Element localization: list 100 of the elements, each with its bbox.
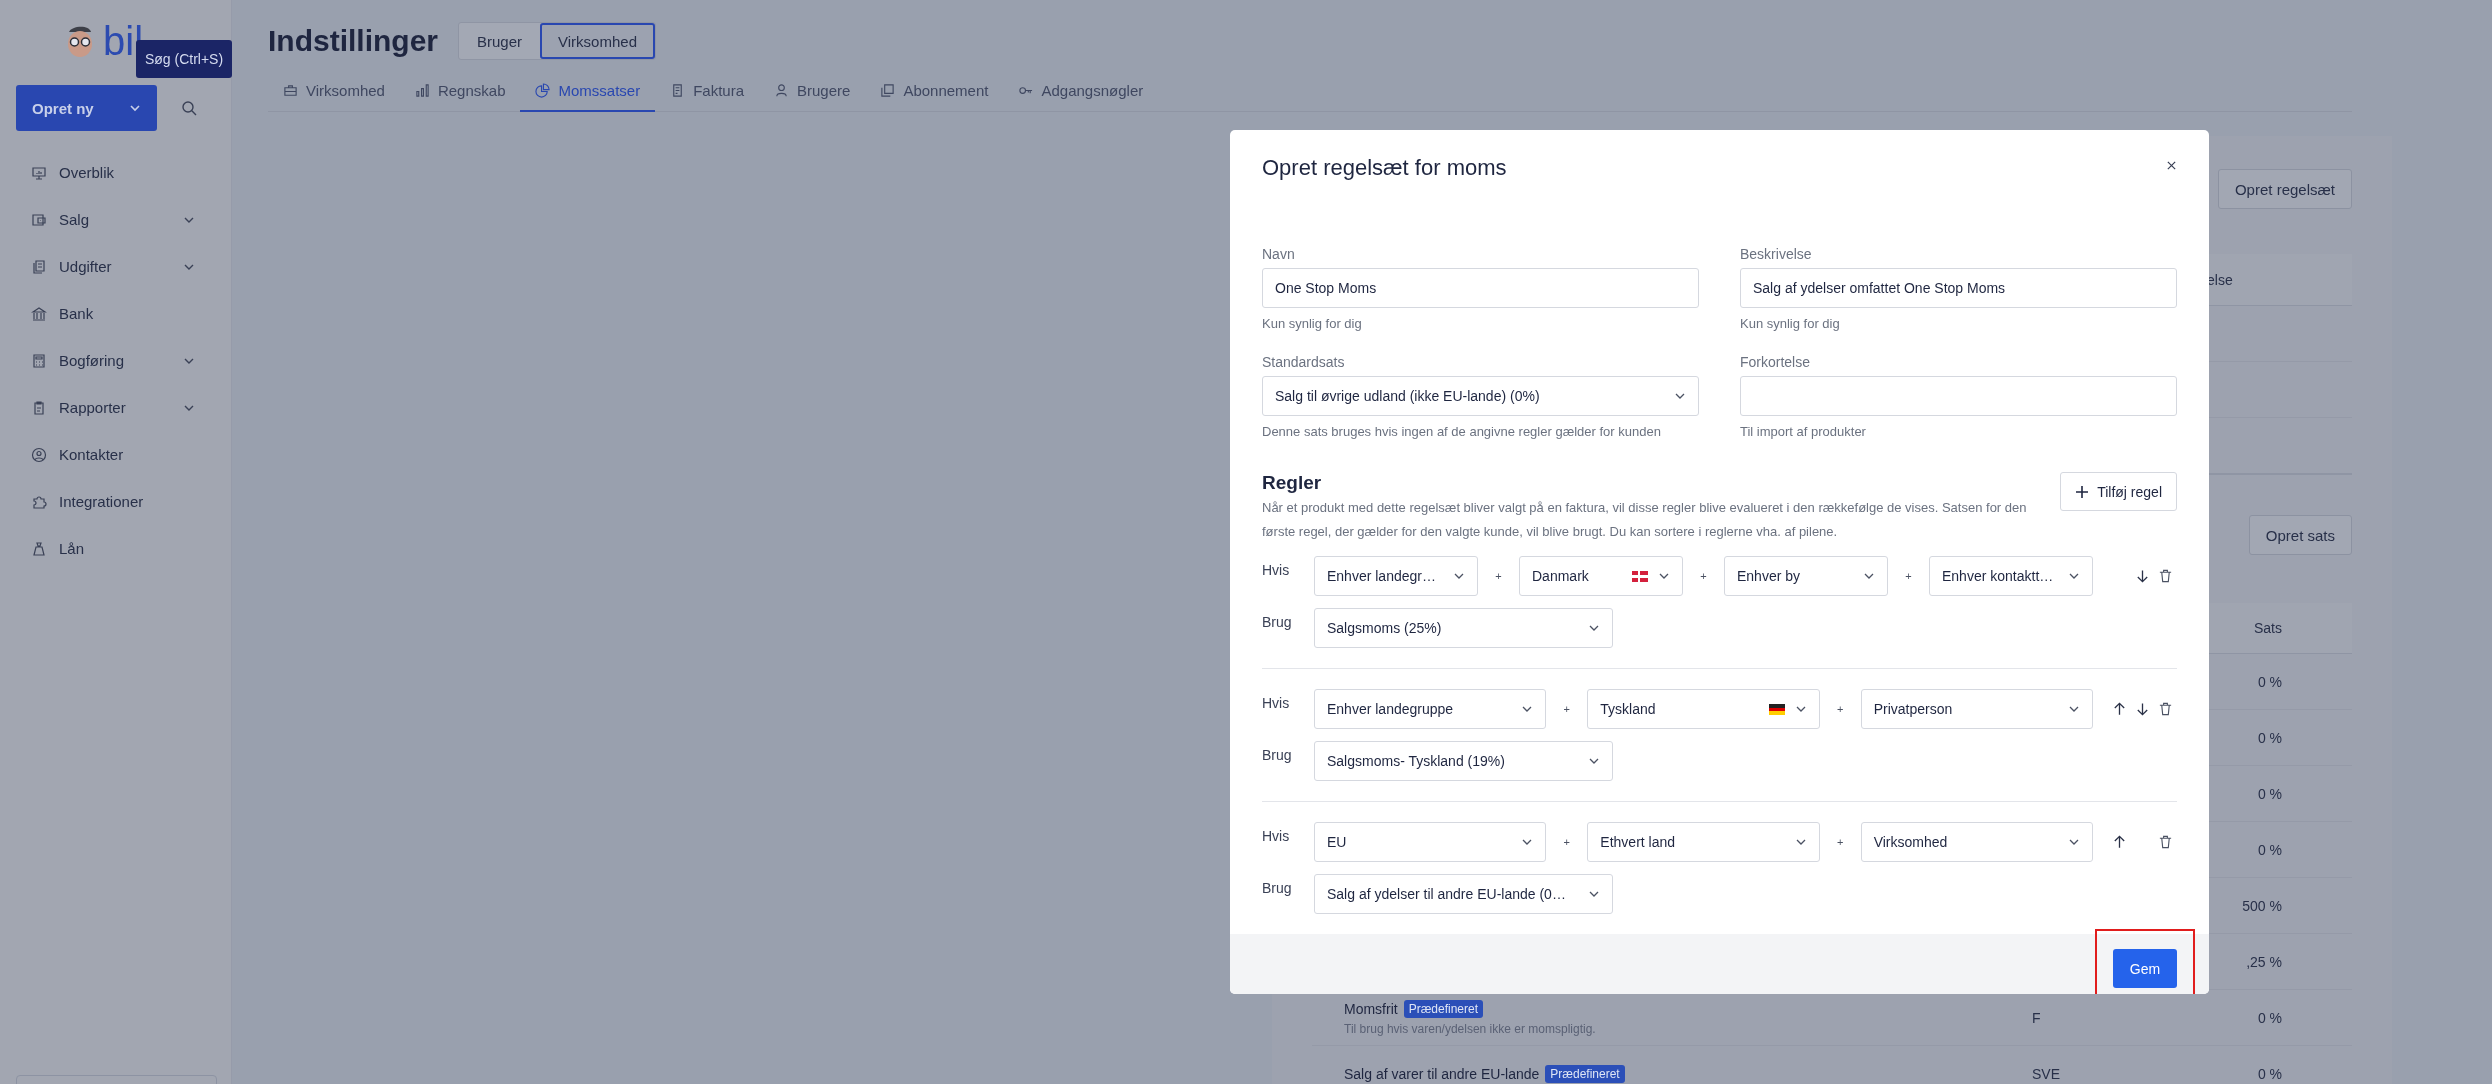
select-field[interactable]: Enhver landegruppe bbox=[1314, 689, 1547, 729]
field-label: Forkortelse bbox=[1740, 353, 1812, 372]
trash-icon[interactable] bbox=[2158, 834, 2173, 850]
nav-item[interactable]: Kontakter bbox=[0, 431, 231, 478]
row-label: Brug bbox=[1262, 879, 1293, 896]
row-label: Hvis bbox=[1262, 694, 1291, 711]
table-cell: 0 % bbox=[2257, 841, 2282, 858]
arrow-up-icon[interactable] bbox=[2112, 834, 2127, 850]
briefcase-icon bbox=[283, 83, 298, 98]
table-cell: 0 % bbox=[2257, 673, 2282, 690]
settings-tab[interactable]: Virksomhed bbox=[268, 82, 400, 112]
plus-sign: + bbox=[1562, 836, 1572, 848]
row-label: Hvis bbox=[1262, 827, 1291, 844]
search-icon[interactable] bbox=[181, 100, 197, 116]
nav-item[interactable]: Bogføring bbox=[0, 337, 231, 384]
document-icon bbox=[31, 258, 47, 275]
create-new-button[interactable]: Opret ny bbox=[16, 85, 157, 131]
table-cell: ,25 % bbox=[2246, 953, 2282, 970]
monitor-icon bbox=[31, 164, 47, 181]
nav-label: Kontakter bbox=[59, 446, 125, 463]
row-label: Brug bbox=[1262, 613, 1293, 630]
plus-icon bbox=[2075, 484, 2090, 499]
settings-tab[interactable]: Regnskab bbox=[399, 82, 521, 112]
select-field[interactable]: Enhver kontaktt… bbox=[1929, 556, 2093, 596]
nav-label: Lån bbox=[59, 540, 86, 557]
nav-item[interactable]: Integrationer bbox=[0, 478, 231, 525]
money-bag-icon bbox=[31, 540, 47, 557]
nav-item[interactable]: Salg bbox=[0, 196, 231, 243]
select-field[interactable]: Enhver landegr… bbox=[1314, 556, 1478, 596]
plus-sign: + bbox=[1904, 570, 1913, 582]
plus-sign: + bbox=[1835, 703, 1845, 715]
trash-icon[interactable] bbox=[2158, 568, 2173, 584]
help-text: Til import af produkter bbox=[1740, 424, 1867, 440]
plus-sign: + bbox=[1835, 836, 1845, 848]
help-text: Kun synlig for dig bbox=[1262, 316, 1363, 332]
table-cell: F bbox=[2032, 1009, 2041, 1026]
select-field[interactable]: Salgsmoms- Tyskland (19%) bbox=[1314, 741, 1613, 781]
arrow-up-icon[interactable] bbox=[2112, 701, 2127, 717]
clipboard-icon bbox=[31, 399, 47, 416]
save-button[interactable]: Gem bbox=[2113, 949, 2177, 988]
select-field[interactable]: Salg af ydelser til andre EU-lande (0… bbox=[1314, 874, 1613, 914]
nav-label: Bogføring bbox=[59, 352, 126, 369]
predefined-badge: Prædefineret bbox=[1403, 999, 1484, 1018]
chevron-down-icon bbox=[129, 102, 141, 114]
table-cell: 0 % bbox=[2257, 1065, 2282, 1082]
nav-label: Udgifter bbox=[59, 258, 113, 275]
nav-label: Bank bbox=[59, 305, 95, 322]
select-field[interactable]: Enhver by bbox=[1724, 556, 1888, 596]
create-rate-button[interactable]: Opret sats bbox=[2248, 515, 2352, 555]
table-cell: 0 % bbox=[2257, 729, 2282, 746]
table-cell: 0 % bbox=[2257, 785, 2282, 802]
table-cell: SVE bbox=[2032, 1065, 2060, 1082]
select-field[interactable]: Danmark bbox=[1519, 556, 1683, 596]
settings-tab[interactable]: Faktura bbox=[655, 82, 760, 112]
settings-tab[interactable]: Brugere bbox=[759, 82, 866, 112]
plus-sign: + bbox=[1699, 570, 1708, 582]
column-header: Sats bbox=[2254, 620, 2282, 636]
user-icon bbox=[774, 83, 790, 98]
section-heading: Regler bbox=[1262, 472, 1323, 494]
settings-tab[interactable]: Abonnement bbox=[865, 82, 1004, 112]
puzzle-icon bbox=[31, 493, 47, 510]
nav-item[interactable]: Udgifter bbox=[0, 243, 231, 290]
select-field[interactable]: EU bbox=[1314, 822, 1547, 862]
nav-label: Rapporter bbox=[59, 399, 127, 416]
select-field[interactable]: Ethvert land bbox=[1587, 822, 1820, 862]
dialog-title: Opret regelsæt for moms bbox=[1262, 154, 1507, 182]
field-label: Navn bbox=[1262, 245, 1296, 264]
nav-label: Salg bbox=[59, 211, 91, 228]
pie-chart-icon bbox=[535, 83, 551, 98]
settings-tab[interactable]: Momssatser bbox=[520, 82, 656, 112]
scope-tab[interactable]: Bruger bbox=[459, 23, 541, 59]
select-field[interactable]: Tyskland bbox=[1587, 689, 1820, 729]
plus-sign: + bbox=[1494, 570, 1503, 582]
nav-label: Overblik bbox=[59, 164, 115, 181]
nav-item[interactable]: Rapporter bbox=[0, 384, 231, 431]
arrow-down-icon[interactable] bbox=[2135, 568, 2150, 584]
wallet-icon bbox=[31, 211, 47, 228]
arrow-down-icon[interactable] bbox=[2135, 701, 2150, 717]
table-cell: 500 % bbox=[2242, 897, 2282, 914]
create-ruleset-button[interactable]: Opret regelsæt bbox=[2217, 169, 2352, 209]
select-field[interactable]: Privatperson bbox=[1860, 689, 2093, 729]
input-field[interactable]: One Stop Moms bbox=[1262, 268, 1699, 308]
close-icon[interactable] bbox=[2166, 160, 2177, 171]
add-rule-button[interactable]: Tilføj regel bbox=[2060, 472, 2177, 511]
select-field[interactable]: Salg til øvrige udland (ikke EU-lande) (0%) bbox=[1262, 376, 1699, 416]
scope-tab[interactable]: Virksomhed bbox=[540, 23, 655, 59]
settings-tab[interactable]: Adgangsnøgler bbox=[1003, 82, 1159, 112]
bank-icon bbox=[31, 305, 47, 322]
nav-item[interactable]: Lån bbox=[0, 525, 231, 572]
table-cell: 0 % bbox=[2257, 1009, 2282, 1026]
select-field[interactable]: Virksomhed bbox=[1860, 822, 2093, 862]
calculator-icon bbox=[31, 352, 47, 369]
select-field[interactable]: Salgsmoms (25%) bbox=[1314, 608, 1613, 648]
nav-item[interactable]: Bank bbox=[0, 290, 231, 337]
input-field[interactable] bbox=[1740, 376, 2177, 416]
trash-icon[interactable] bbox=[2158, 701, 2173, 717]
input-field[interactable]: Salg af ydelser omfattet One Stop Moms bbox=[1740, 268, 2177, 308]
rules-description: Når et produkt med dette regelsæt bliver valgt på en faktura, vil disse regler blive evalueret i den rækkefølge de vises. Satsen for den første regel, der gælder for den valgte kunde, vil blive brugt. Du kan sortere i reglerne vha. af pilene. bbox=[1262, 499, 2028, 541]
nav-item[interactable]: Overblik bbox=[0, 149, 231, 196]
rate-name: Momsfrit bbox=[1344, 1000, 1398, 1017]
